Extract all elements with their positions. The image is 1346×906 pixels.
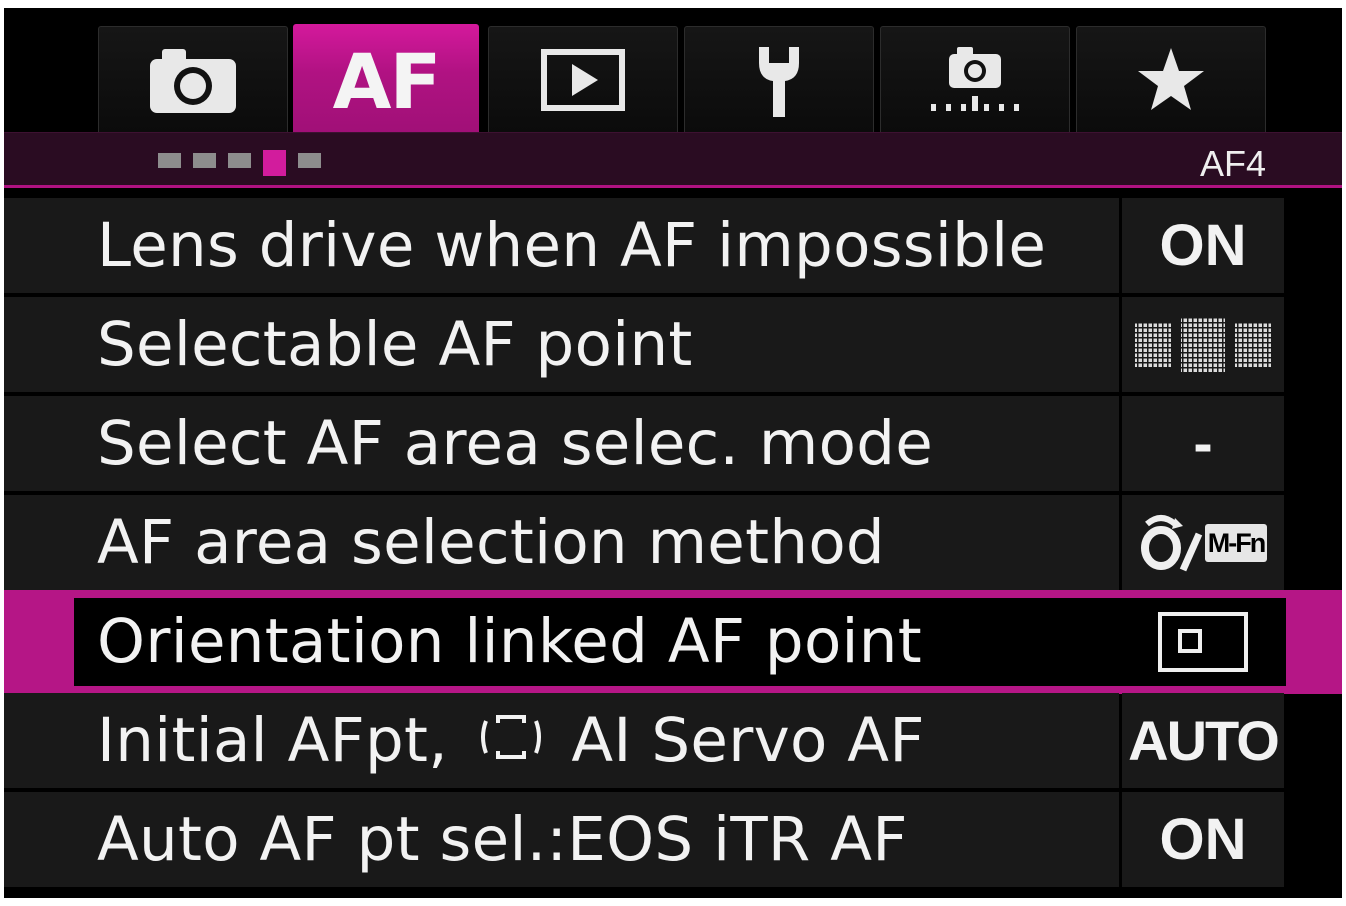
tab-af-label: AF bbox=[332, 36, 442, 126]
af-point-grid-icon bbox=[1122, 297, 1284, 392]
menu-item-label-prefix: Initial AFpt, bbox=[97, 705, 448, 776]
menu-item-label: Selectable AF point bbox=[97, 309, 693, 380]
tab-shooting[interactable] bbox=[98, 26, 288, 132]
menu-item-af-area-selection-method[interactable]: AF area selection method M-Fn bbox=[4, 495, 1342, 591]
menu-item-select-af-area-mode[interactable]: Select AF area selec. mode - bbox=[4, 396, 1342, 492]
menu-item-value: ON bbox=[1159, 213, 1247, 278]
playback-icon bbox=[540, 48, 626, 112]
menu-item-label-suffix: AI Servo AF bbox=[571, 705, 925, 776]
menu-item-initial-afpt-ai-servo[interactable]: Initial AFpt, AI Servo AF AUTO bbox=[4, 693, 1342, 789]
single-af-point-frame-icon bbox=[1122, 594, 1284, 689]
tab-setup[interactable] bbox=[684, 26, 874, 132]
menu-item-orientation-linked-af-point[interactable]: Orientation linked AF point bbox=[4, 590, 1342, 694]
page-label: AF4 bbox=[1199, 143, 1266, 184]
camera-menu-screen: AF AF4 Lens drive when AF impossible ON … bbox=[4, 8, 1342, 898]
menu-item-label: Initial AFpt, AI Servo AF bbox=[97, 693, 925, 788]
star-icon bbox=[1136, 46, 1206, 114]
menu-item-lens-drive[interactable]: Lens drive when AF impossible ON bbox=[4, 198, 1342, 294]
menu-item-label: Auto AF pt sel.:EOS iTR AF bbox=[97, 804, 908, 875]
menu-item-label: Select AF area selec. mode bbox=[97, 408, 934, 479]
menu-item-label: Lens drive when AF impossible bbox=[97, 210, 1047, 281]
menu-item-label: AF area selection method bbox=[97, 507, 885, 578]
subtab-dot[interactable] bbox=[193, 153, 216, 168]
subtab-dot[interactable] bbox=[158, 153, 181, 168]
tab-playback[interactable] bbox=[488, 26, 678, 132]
subtab-dot[interactable] bbox=[298, 153, 321, 168]
subtab-dot-active[interactable] bbox=[263, 150, 286, 176]
subtab-indicator bbox=[158, 150, 321, 176]
menu-item-value: - bbox=[1193, 411, 1213, 476]
menu-item-auto-af-pt-itr[interactable]: Auto AF pt sel.:EOS iTR AF ON bbox=[4, 792, 1342, 888]
mfn-label: M-Fn bbox=[1204, 523, 1268, 562]
menu-item-label: Orientation linked AF point bbox=[97, 606, 922, 677]
subtab-dot[interactable] bbox=[228, 153, 251, 168]
subtab-strip: AF4 bbox=[4, 132, 1342, 188]
menu-item-value: AUTO bbox=[1128, 709, 1280, 772]
menu-item-value: ON bbox=[1159, 807, 1247, 872]
tab-af[interactable]: AF bbox=[293, 24, 479, 134]
camera-icon bbox=[148, 45, 238, 115]
tab-bar: AF bbox=[4, 8, 1342, 134]
dial-mfn-icon: M-Fn bbox=[1122, 495, 1284, 590]
custom-camera-icon bbox=[927, 44, 1023, 116]
tab-custom-functions[interactable] bbox=[880, 26, 1070, 132]
ai-servo-frame-icon bbox=[476, 697, 546, 792]
wrench-icon bbox=[751, 41, 807, 119]
tab-my-menu[interactable] bbox=[1076, 26, 1266, 132]
menu-item-selectable-af-point[interactable]: Selectable AF point bbox=[4, 297, 1342, 393]
